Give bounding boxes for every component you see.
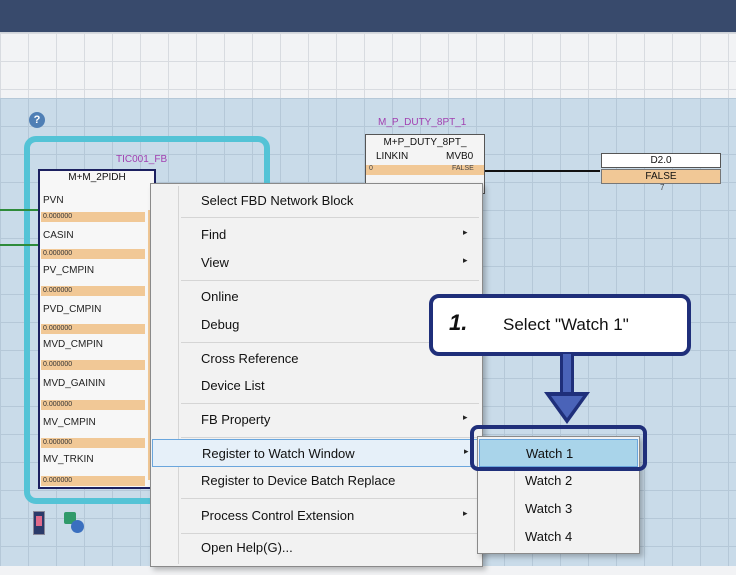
function-block[interactable]: M+M_2PIDH PVN 0.000000 CASIN 0.000000 PV… — [38, 169, 156, 489]
menu-separator — [181, 217, 479, 218]
mp-input-value: 0 — [369, 165, 373, 172]
menu-separator — [181, 498, 479, 499]
upper-toolbar-area — [0, 32, 736, 99]
mp-block-type-name: M+P_DUTY_8PT_ — [383, 137, 467, 148]
pin-value: 0.000000 — [41, 286, 145, 296]
menu-item-device-list[interactable]: Device List — [152, 372, 481, 400]
pin-label: MVD_CMPIN — [43, 339, 104, 350]
menu-separator — [181, 280, 479, 281]
pin-value: 0.000000 — [41, 476, 145, 486]
pin-label: PVN — [43, 195, 64, 206]
pin-value: 0.000000 — [41, 438, 145, 448]
mp-output-pin: MVB0 — [446, 151, 474, 162]
submenu-item-watch-4[interactable]: Watch 4 — [479, 523, 638, 551]
watch-1-highlight-ring — [470, 425, 647, 471]
chevron-right-icon: ▸ — [463, 508, 468, 518]
pin-label: MV_CMPIN — [43, 417, 96, 428]
pin-label: CASIN — [43, 230, 74, 241]
mp-output-value: FALSE — [452, 165, 474, 172]
step-number: 1. — [449, 310, 468, 335]
output-wire — [485, 170, 600, 172]
input-wire — [0, 244, 40, 246]
menu-item-open-help[interactable]: Open Help(G)... — [152, 534, 481, 562]
pin-value: 0.000000 — [41, 360, 145, 370]
chevron-right-icon: ▸ — [463, 412, 468, 422]
pin-label: MVD_GAININ — [43, 378, 106, 389]
pin-value: 0.000000 — [41, 249, 145, 259]
menu-item-process-control-extension[interactable]: Process Control Extension ▸ — [152, 502, 481, 530]
chevron-right-icon: ▸ — [463, 227, 468, 237]
menu-item-fb-property[interactable]: FB Property ▸ — [152, 406, 481, 434]
input-wire — [0, 209, 40, 211]
pin-value: 0.000000 — [41, 400, 145, 410]
fb-type-name: M+M_2PIDH — [68, 172, 126, 183]
pin-label: MV_TRKIN — [43, 454, 94, 465]
pin-value: 0.000000 — [41, 212, 145, 222]
pin-label: PVD_CMPIN — [43, 304, 102, 315]
menu-item-view[interactable]: View ▸ — [152, 249, 481, 277]
network-tool-icon[interactable] — [64, 512, 84, 534]
submenu-item-watch-3[interactable]: Watch 3 — [479, 495, 638, 523]
menu-item-select-fbd-network-block[interactable]: Select FBD Network Block — [152, 187, 481, 215]
mp-pin-values: 0 FALSE — [366, 165, 484, 175]
output-device-value: FALSE — [601, 169, 721, 184]
menu-separator — [181, 403, 479, 404]
window-titlebar — [0, 0, 736, 32]
pin-value: 0.000000 — [41, 324, 145, 334]
bottom-strip — [0, 566, 736, 575]
mp-block-instance-name: M_P_DUTY_8PT_1 — [378, 117, 467, 128]
mp-input-pin: LINKIN — [376, 151, 409, 162]
fb-instance-name: TIC001_FB — [116, 154, 168, 165]
instruction-text: Select "Watch 1" — [503, 315, 629, 334]
menu-item-find[interactable]: Find ▸ — [152, 221, 481, 249]
block-tool-icon[interactable] — [33, 511, 45, 535]
pin-label: PV_CMPIN — [43, 265, 95, 276]
output-index: 7 — [660, 183, 665, 192]
instruction-callout: 1. Select "Watch 1" — [429, 294, 691, 356]
down-arrow-icon — [544, 354, 590, 424]
submenu-item-watch-2[interactable]: Watch 2 — [479, 467, 638, 495]
menu-item-register-to-device-batch-replace[interactable]: Register to Device Batch Replace — [152, 467, 481, 495]
output-device-label[interactable]: D2.0 — [601, 153, 721, 168]
menu-item-register-to-watch-window[interactable]: Register to Watch Window ▸ — [152, 439, 481, 467]
context-menu: Select FBD Network Block Find ▸ View ▸ Onl… — [150, 183, 483, 567]
menu-separator — [181, 437, 479, 438]
chevron-right-icon: ▸ — [463, 255, 468, 265]
question-icon[interactable]: ? — [29, 112, 45, 128]
chevron-right-icon: ▸ — [464, 446, 469, 456]
